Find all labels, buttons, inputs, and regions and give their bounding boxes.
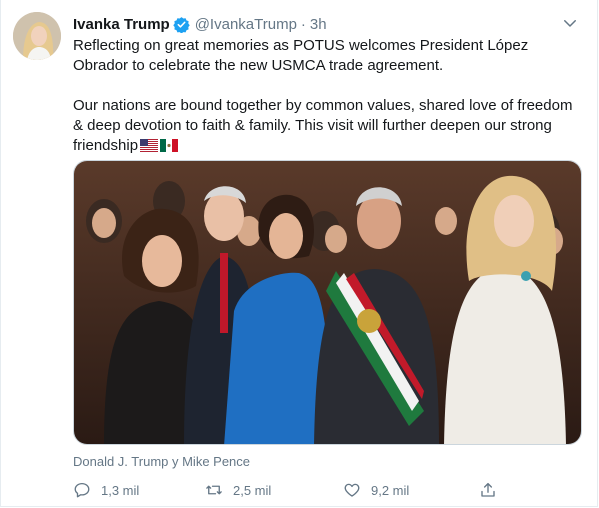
us-flag-icon [140,138,159,158]
retweet-count: 2,5 mil [233,482,272,498]
tweet-card[interactable]: Ivanka Trump @IvankaTrump · 3h Reflectin… [0,0,598,507]
tweet-timestamp[interactable]: 3h [310,16,327,33]
retweet-icon [206,485,222,495]
tweet-paragraph-1: Reflecting on great memories as POTUS we… [73,37,529,74]
tweet-text: Reflecting on great memories as POTUS we… [73,36,573,158]
chevron-down-icon[interactable] [561,14,579,32]
reply-button[interactable]: 1,3 mil [73,478,139,502]
reply-count: 1,3 mil [101,482,140,498]
tweet-photo[interactable] [73,160,582,445]
tweet-paragraph-2: Our nations are bound together by common… [73,96,573,158]
author-name[interactable]: Ivanka Trump [73,16,170,33]
tweet-actions: 1,3 mil 2,5 mil 9,2 mil [73,478,513,502]
heart-icon [344,483,360,497]
like-button[interactable]: 9,2 mil [343,478,409,502]
avatar[interactable] [13,12,61,60]
reply-icon [74,482,90,498]
header-separator: · [300,15,306,33]
retweet-button[interactable]: 2,5 mil [205,478,271,502]
mexico-flag-icon [160,138,179,158]
share-button[interactable] [479,478,507,502]
like-count: 9,2 mil [371,482,410,498]
author-handle[interactable]: @IvankaTrump [195,16,297,33]
tweet-header: Ivanka Trump @IvankaTrump · 3h [73,14,327,34]
share-icon [481,482,495,497]
verified-badge-icon [172,16,190,33]
tagged-people[interactable]: Donald J. Trump y Mike Pence [73,454,250,469]
